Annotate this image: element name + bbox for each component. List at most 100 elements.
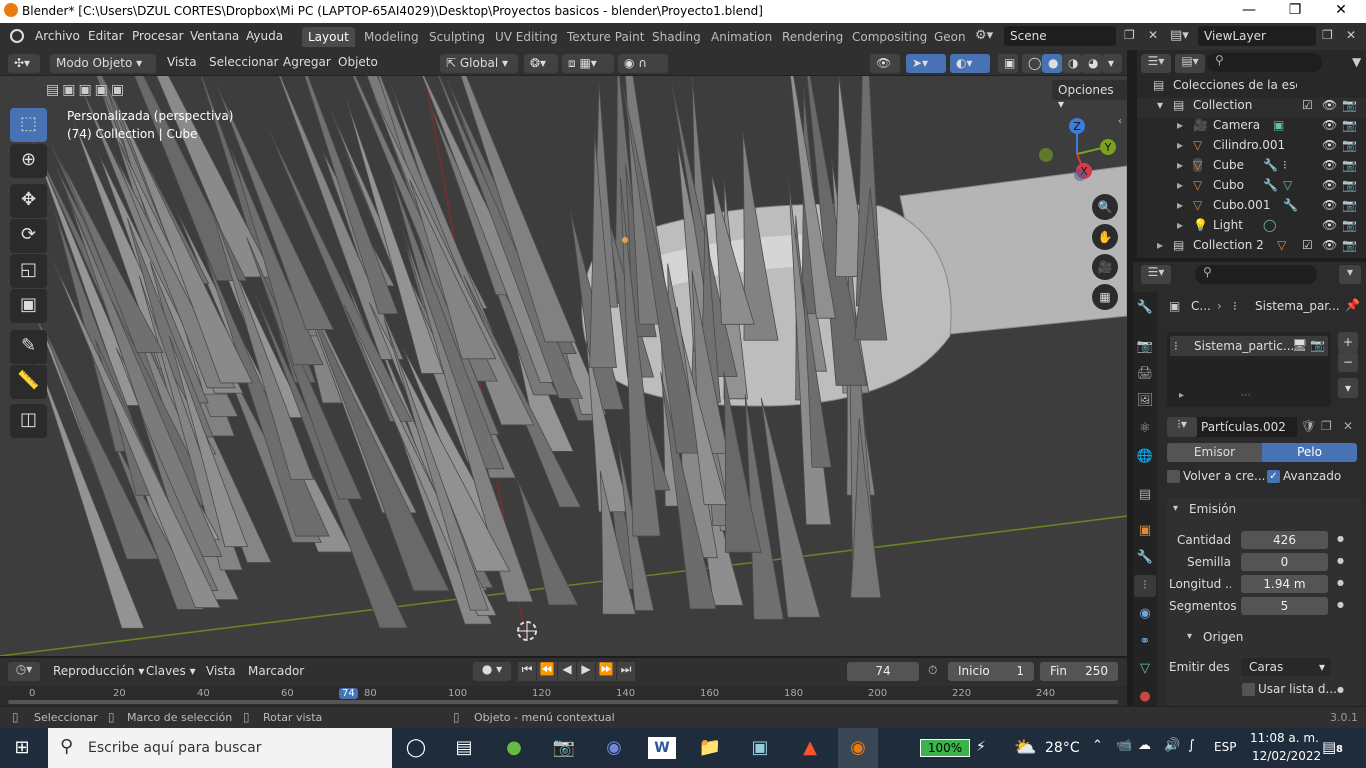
cursor-tool[interactable]: ⊕ bbox=[10, 144, 47, 178]
collapse-arrow-icon[interactable]: ▾ bbox=[1157, 98, 1163, 112]
outliner-editor-icon[interactable]: ☰▾ bbox=[1141, 54, 1171, 73]
remove-slot-button[interactable]: − bbox=[1338, 352, 1358, 372]
outliner-search-input[interactable]: ⚲ bbox=[1207, 53, 1322, 72]
outliner-item-cube[interactable]: ▸ ▽ Cube 🔧 ⁝ 👁 📷 bbox=[1137, 158, 1366, 178]
scene-selector-icon[interactable]: ⚙▾ bbox=[975, 28, 993, 43]
xray-icon[interactable]: ▣ bbox=[998, 54, 1018, 73]
tab-animation[interactable]: Animation bbox=[705, 27, 778, 47]
pin-icon[interactable]: 📌 bbox=[1345, 298, 1360, 312]
end-frame-field[interactable]: Fin 250 bbox=[1040, 662, 1118, 681]
advanced-checkbox[interactable]: ✓ bbox=[1267, 470, 1280, 483]
keying-menu[interactable]: Claves ▾ bbox=[146, 664, 196, 678]
weather-icon[interactable]: ⛅ bbox=[1014, 737, 1036, 758]
panel-collapse-icon[interactable]: ▾ bbox=[1173, 503, 1178, 514]
tab-layout[interactable]: Layout bbox=[302, 27, 355, 47]
move-tool[interactable]: ✥ bbox=[10, 184, 47, 218]
menu-procesar[interactable]: Procesar bbox=[132, 29, 184, 43]
tool-tab-icon[interactable]: 🔧 bbox=[1134, 297, 1156, 319]
tab-compositing[interactable]: Compositing bbox=[846, 27, 933, 47]
list-item[interactable]: ⁝ Sistema_partic... 🖥 📷 bbox=[1170, 336, 1328, 356]
annotate-tool[interactable]: ✎ bbox=[10, 330, 47, 364]
clock-date[interactable]: 12/02/2022 bbox=[1252, 749, 1321, 763]
keyframe-dot-icon[interactable]: ● bbox=[1337, 685, 1344, 694]
duplicate-icon[interactable]: ❐ bbox=[1321, 419, 1332, 433]
expand-arrow-icon[interactable]: ▸ bbox=[1157, 238, 1163, 252]
render-camera-icon[interactable]: 📷 bbox=[1342, 238, 1357, 252]
particle-system-list[interactable]: ⁝ Sistema_partic... 🖥 📷 ▸ ⋯ bbox=[1167, 332, 1331, 407]
source-panel-title[interactable]: Origen bbox=[1203, 630, 1243, 644]
temperature[interactable]: 28°C bbox=[1045, 740, 1080, 756]
object-tab-icon[interactable]: ▣ bbox=[1134, 520, 1156, 542]
outliner-item-cubo001[interactable]: ▸ ▽ Cubo.001 🔧 👁 📷 bbox=[1137, 198, 1366, 218]
measure-tool[interactable]: 📏 bbox=[10, 365, 47, 399]
light-data-icon[interactable]: ◯ bbox=[1263, 218, 1276, 232]
menu-seleccionar[interactable]: Seleccionar bbox=[209, 55, 278, 69]
outliner-item-cilindro[interactable]: ▸ ▽ Cilindro.001 👁 📷 bbox=[1137, 138, 1366, 158]
notification-center-icon[interactable]: ▤ bbox=[1322, 738, 1336, 756]
expand-arrow-icon[interactable]: ▸ bbox=[1177, 158, 1183, 172]
copy-viewlayer-icon[interactable]: ❐ bbox=[1322, 28, 1333, 42]
meet-now-icon[interactable]: 📹 bbox=[1116, 738, 1132, 753]
constraints-tab-icon[interactable]: ⚭ bbox=[1134, 631, 1156, 653]
volume-icon[interactable]: 🔊 bbox=[1164, 738, 1180, 753]
expand-arrow-icon[interactable]: ▸ bbox=[1177, 178, 1183, 192]
eye-icon[interactable]: 👁 bbox=[1322, 138, 1337, 152]
word-icon[interactable]: W bbox=[648, 737, 676, 759]
power-plug-icon[interactable]: ⚡ bbox=[976, 739, 986, 755]
menu-archivo[interactable]: Archivo bbox=[35, 29, 80, 43]
copy-scene-icon[interactable]: ❐ bbox=[1124, 28, 1135, 42]
proportional-edit-icon[interactable]: ◉ ∩ bbox=[618, 54, 668, 73]
menu-vista[interactable]: Vista bbox=[167, 55, 197, 69]
render-tab-icon[interactable]: 📷 bbox=[1134, 336, 1156, 358]
emit-from-dropdown[interactable]: Caras ▾ bbox=[1241, 658, 1331, 676]
render-camera-icon[interactable]: 📷 bbox=[1342, 118, 1357, 132]
language-indicator[interactable]: ESP bbox=[1214, 740, 1236, 754]
menu-editar[interactable]: Editar bbox=[88, 29, 124, 43]
file-explorer-icon[interactable]: 📁 bbox=[696, 734, 724, 762]
orientation-dropdown[interactable]: ⇱ Global ▾ bbox=[440, 54, 518, 73]
particle-settings-field[interactable]: Partículas.002 bbox=[1197, 417, 1297, 437]
regrow-checkbox[interactable] bbox=[1167, 470, 1180, 483]
expand-arrow-icon[interactable]: ▸ bbox=[1177, 138, 1183, 152]
close-icon[interactable]: ✕ bbox=[1318, 2, 1364, 18]
scale-tool[interactable]: ◱ bbox=[10, 254, 47, 288]
eye-icon[interactable]: 👁 bbox=[1322, 158, 1337, 172]
auto-keying-icon[interactable]: ● ▾ bbox=[473, 662, 511, 681]
jump-keyframe-back-icon[interactable]: ⏪ bbox=[537, 662, 557, 681]
expand-arrow-icon[interactable]: ▸ bbox=[1177, 118, 1183, 132]
windows-start-icon[interactable]: ⊞ bbox=[8, 734, 36, 762]
navigation-gizmo[interactable]: Z Y X bbox=[1030, 114, 1122, 188]
outliner-display-icon[interactable]: ▤▾ bbox=[1175, 54, 1205, 73]
list-expand-icon[interactable]: ▸ bbox=[1179, 390, 1184, 401]
minimize-icon[interactable]: — bbox=[1226, 2, 1272, 18]
unlink-icon[interactable]: ✕ bbox=[1343, 419, 1353, 433]
battery-indicator[interactable]: 100% bbox=[920, 739, 970, 757]
utorrent-icon[interactable]: ● bbox=[500, 734, 528, 762]
eye-icon[interactable]: 👁 bbox=[1322, 238, 1337, 252]
use-modifier-stack-checkbox[interactable] bbox=[1242, 683, 1255, 696]
viewlayer-field[interactable]: ViewLayer bbox=[1198, 26, 1316, 46]
transform-tool[interactable]: ▣ bbox=[10, 289, 47, 323]
keyframe-dot-icon[interactable]: ● bbox=[1337, 600, 1344, 609]
maximize-icon[interactable]: ❐ bbox=[1272, 2, 1318, 18]
exclude-checkbox[interactable]: ☑ bbox=[1302, 238, 1313, 252]
scene-tab-icon[interactable]: ⚛ bbox=[1134, 418, 1156, 440]
timeline-scrollbar[interactable] bbox=[8, 700, 1118, 704]
properties-editor-icon[interactable]: ☰▾ bbox=[1141, 265, 1171, 284]
editor-type-icon[interactable]: ✣▾ bbox=[8, 54, 40, 73]
outliner-item-camera[interactable]: ▸ 🎥 Camera ▣ 👁 📷 bbox=[1137, 118, 1366, 138]
eye-icon[interactable]: 👁 bbox=[1322, 178, 1337, 192]
scene-collection-row[interactable]: ▤ Colecciones de la escena bbox=[1137, 78, 1366, 98]
semilla-field[interactable]: 0 bbox=[1241, 553, 1328, 571]
material-shading-icon[interactable]: ◑ bbox=[1062, 54, 1082, 73]
cortana-icon[interactable]: ◯ bbox=[402, 734, 430, 762]
snap-icon[interactable]: ⧈ ▦▾ bbox=[562, 54, 614, 73]
outliner-item-cubo[interactable]: ▸ ▽ Cubo 🔧 ▽ 👁 📷 bbox=[1137, 178, 1366, 198]
wrench-modifier-icon[interactable]: 🔧 bbox=[1263, 158, 1278, 172]
play-icon[interactable]: ▶ bbox=[577, 662, 595, 681]
render-camera-icon[interactable]: 📷 bbox=[1342, 138, 1357, 152]
close-scene-icon[interactable]: ✕ bbox=[1148, 28, 1158, 42]
physics-tab-icon[interactable]: ◉ bbox=[1134, 603, 1156, 625]
timeline-editor-icon[interactable]: ◷▾ bbox=[8, 662, 40, 681]
marker-menu[interactable]: Marcador bbox=[248, 664, 304, 678]
